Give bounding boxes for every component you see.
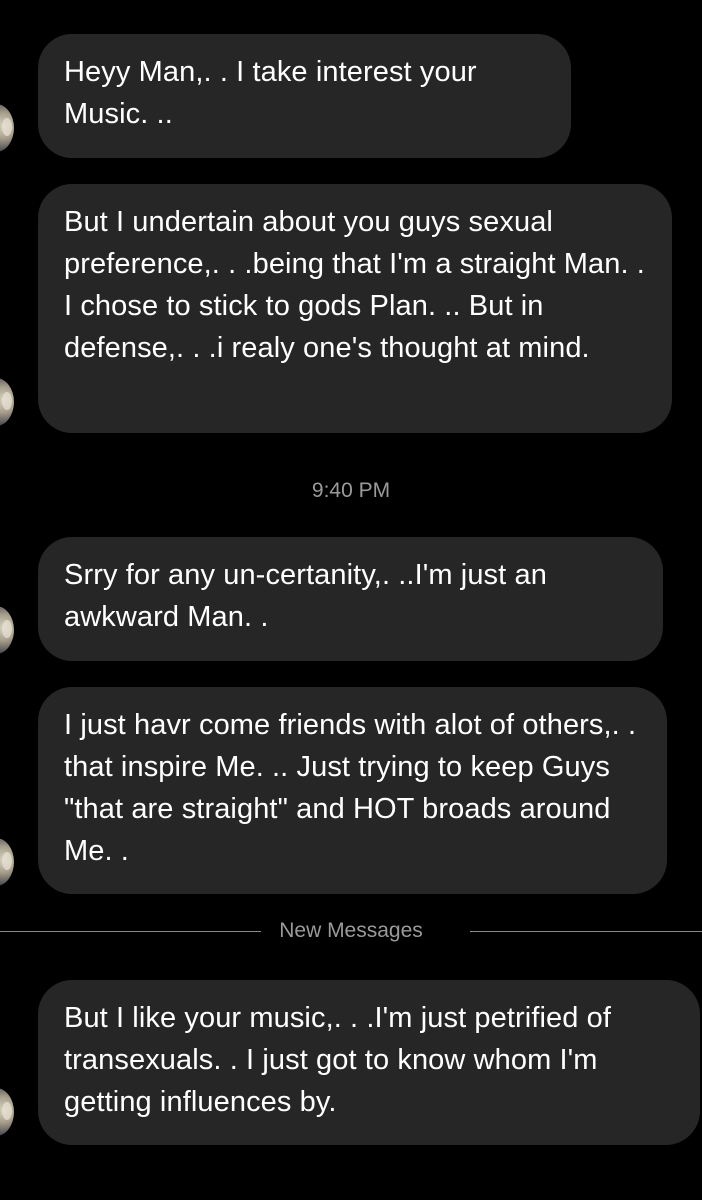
sender-avatar[interactable] bbox=[0, 1088, 14, 1136]
message-text: But I undertain about you guys sexual pr… bbox=[64, 206, 645, 364]
message-bubble[interactable]: Srry for any un-certanity,. ..I'm just a… bbox=[38, 537, 663, 661]
message-bubble[interactable]: But I undertain about you guys sexual pr… bbox=[38, 184, 672, 433]
message-text: Heyy Man,. . I take interest your Music.… bbox=[64, 56, 477, 130]
message-bubble[interactable]: Heyy Man,. . I take interest your Music.… bbox=[38, 34, 571, 158]
message-bubble[interactable]: I just havr come friends with alot of ot… bbox=[38, 687, 667, 894]
message-text: But I like your music,. . .I'm just petr… bbox=[64, 1002, 612, 1118]
new-messages-divider: New Messages bbox=[0, 914, 702, 948]
sender-avatar[interactable] bbox=[0, 378, 14, 426]
divider-line-right bbox=[470, 931, 702, 932]
message-text: Srry for any un-certanity,. ..I'm just a… bbox=[64, 559, 547, 633]
message-timestamp: 9:40 PM bbox=[311, 479, 391, 502]
sender-avatar[interactable] bbox=[0, 606, 14, 654]
sender-avatar[interactable] bbox=[0, 104, 14, 152]
sender-avatar[interactable] bbox=[0, 838, 14, 886]
message-bubble[interactable]: But I like your music,. . .I'm just petr… bbox=[38, 980, 700, 1145]
message-text: I just havr come friends with alot of ot… bbox=[64, 709, 637, 867]
